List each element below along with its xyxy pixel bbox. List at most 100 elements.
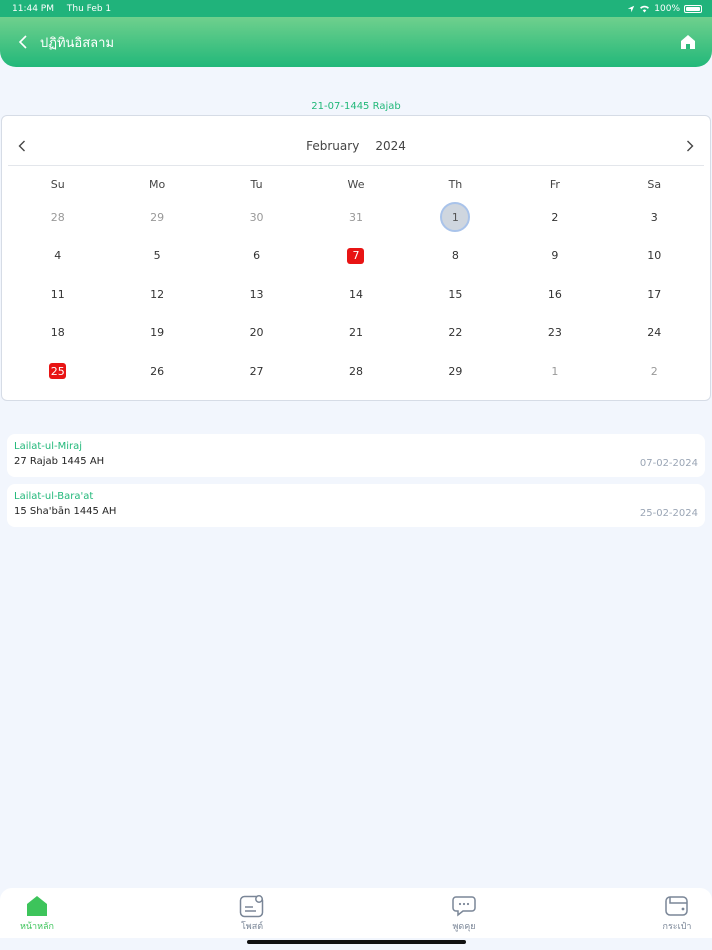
- calendar-day-number: 25: [49, 363, 67, 380]
- calendar-day-holiday[interactable]: 25: [8, 352, 107, 390]
- back-icon[interactable]: [18, 35, 28, 49]
- calendar: February 2024 Su Mo Tu We Th Fr Sa 28 29 3…: [1, 115, 711, 401]
- calendar-day[interactable]: 28: [8, 198, 107, 236]
- calendar-day[interactable]: 6: [207, 237, 306, 275]
- calendar-day-number: 14: [348, 287, 363, 301]
- calendar-day-number: 15: [448, 287, 463, 301]
- chevron-left-icon[interactable]: [18, 140, 26, 152]
- calendar-nav: February 2024: [8, 126, 704, 166]
- chat-icon: [452, 896, 476, 917]
- calendar-day-number: 12: [150, 287, 165, 301]
- calendar-day[interactable]: 29: [406, 352, 505, 390]
- calendar-day[interactable]: 17: [605, 275, 704, 313]
- battery-percent: 100%: [654, 3, 680, 14]
- calendar-day-number: 3: [650, 210, 658, 224]
- tab-home[interactable]: หน้าหลัก: [7, 894, 67, 933]
- calendar-week: 11 12 13 14 15 16 17: [8, 275, 704, 313]
- event-card[interactable]: Lailat-ul-Bara'at 15 Sha'bān 1445 AH 25-…: [7, 484, 705, 527]
- tab-chat[interactable]: พูดคุย: [434, 894, 494, 933]
- calendar-day-number: 28: [348, 364, 363, 378]
- status-date: Thu Feb 1: [66, 3, 112, 14]
- event-hijri-date: 15 Sha'bān 1445 AH: [14, 506, 117, 517]
- calendar-day[interactable]: 29: [107, 198, 206, 236]
- calendar-day[interactable]: 12: [107, 275, 206, 313]
- calendar-day[interactable]: 2: [505, 198, 604, 236]
- calendar-day-number: 1: [551, 364, 559, 378]
- calendar-day-number: 2: [650, 364, 658, 378]
- calendar-day[interactable]: 2: [605, 352, 704, 390]
- calendar-day-number: 29: [448, 364, 463, 378]
- calendar-day-number: 22: [448, 326, 463, 340]
- calendar-day-number: 8: [451, 249, 459, 263]
- calendar-day-number: 19: [150, 326, 165, 340]
- page-title: ปฏิทินอิสลาม: [40, 35, 115, 51]
- calendar-day[interactable]: 1: [505, 352, 604, 390]
- calendar-day-number: 28: [50, 210, 65, 224]
- calendar-week: 18 19 20 21 22 23 24: [8, 314, 704, 352]
- home-icon: [27, 896, 47, 916]
- calendar-day-number: 26: [150, 364, 165, 378]
- calendar-day-number: 7: [347, 247, 365, 264]
- calendar-day-number: 29: [150, 210, 165, 224]
- chevron-right-icon[interactable]: [686, 140, 694, 152]
- weekday-label: Fr: [549, 178, 560, 191]
- tab-label: โพสต์: [240, 922, 264, 932]
- calendar-day[interactable]: 26: [107, 352, 206, 390]
- status-bar: 11:44 PM Thu Feb 1 100%: [0, 0, 712, 17]
- calendar-day-number: 1: [440, 202, 471, 232]
- calendar-day[interactable]: 8: [406, 237, 505, 275]
- calendar-day[interactable]: 19: [107, 314, 206, 352]
- home-icon[interactable]: [680, 34, 696, 50]
- app-header: ปฏิทินอิสลาม: [0, 17, 712, 67]
- calendar-day[interactable]: 23: [505, 314, 604, 352]
- calendar-day[interactable]: 9: [505, 237, 604, 275]
- weekday-label: Mo: [149, 178, 166, 191]
- tab-label: หน้าหลัก: [19, 922, 55, 932]
- location-icon: [628, 5, 635, 12]
- weekday-label: Su: [50, 178, 65, 191]
- calendar-day[interactable]: 28: [306, 352, 405, 390]
- tab-wallet[interactable]: กระเป๋า: [647, 894, 707, 933]
- status-time: 11:44 PM: [12, 3, 54, 14]
- calendar-day[interactable]: 21: [306, 314, 405, 352]
- calendar-week: 28 29 30 31 1 2 3: [8, 198, 704, 236]
- post-icon: [239, 895, 264, 918]
- calendar-day[interactable]: 22: [406, 314, 505, 352]
- calendar-day-number: 10: [647, 249, 662, 263]
- calendar-week: 4 5 6 7 8 9 10: [8, 237, 704, 275]
- calendar-year[interactable]: 2024: [375, 139, 406, 153]
- tab-label: กระเป๋า: [662, 922, 692, 932]
- weekday-label: Th: [448, 178, 463, 191]
- calendar-day[interactable]: 11: [8, 275, 107, 313]
- calendar-month[interactable]: February: [306, 139, 359, 153]
- calendar-day-holiday[interactable]: 7: [306, 237, 405, 275]
- weekday-header: Su Mo Tu We Th Fr Sa: [8, 178, 704, 194]
- event-card[interactable]: Lailat-ul-Miraj 27 Rajab 1445 AH 07-02-2…: [7, 434, 705, 477]
- calendar-day[interactable]: 5: [107, 237, 206, 275]
- calendar-day[interactable]: 4: [8, 237, 107, 275]
- home-indicator: [247, 940, 466, 944]
- calendar-day-number: 17: [647, 287, 662, 301]
- calendar-day-number: 11: [50, 287, 65, 301]
- calendar-day[interactable]: 15: [406, 275, 505, 313]
- calendar-day-number: 18: [50, 326, 65, 340]
- tab-post[interactable]: โพสต์: [222, 894, 282, 933]
- calendar-day[interactable]: 18: [8, 314, 107, 352]
- calendar-day[interactable]: 14: [306, 275, 405, 313]
- calendar-day-number: 31: [348, 210, 363, 224]
- calendar-day[interactable]: 13: [207, 275, 306, 313]
- weekday-label: Sa: [647, 178, 662, 191]
- event-gregorian-date: 25-02-2024: [639, 508, 698, 519]
- calendar-day-number: 23: [547, 326, 562, 340]
- calendar-day[interactable]: 27: [207, 352, 306, 390]
- calendar-day-today[interactable]: 1: [406, 198, 505, 236]
- calendar-day[interactable]: 10: [605, 237, 704, 275]
- calendar-day-number: 20: [249, 326, 264, 340]
- calendar-day[interactable]: 3: [605, 198, 704, 236]
- calendar-day[interactable]: 31: [306, 198, 405, 236]
- calendar-week: 25 26 27 28 29 1 2: [8, 352, 704, 390]
- calendar-day[interactable]: 16: [505, 275, 604, 313]
- calendar-day[interactable]: 24: [605, 314, 704, 352]
- calendar-day[interactable]: 30: [207, 198, 306, 236]
- calendar-day[interactable]: 20: [207, 314, 306, 352]
